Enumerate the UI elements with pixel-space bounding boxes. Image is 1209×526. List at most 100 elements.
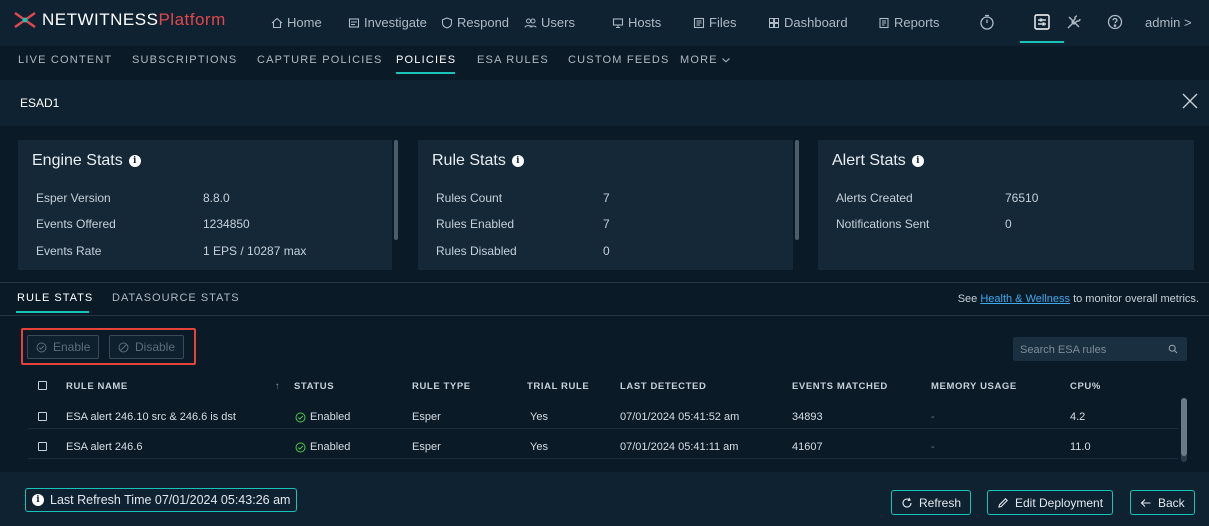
nav-hosts-label: Hosts <box>628 15 662 30</box>
nav-respond[interactable]: Respond <box>441 15 509 30</box>
tab-custom-feeds[interactable]: CUSTOM FEEDS <box>568 54 670 66</box>
refresh-label: Refresh <box>919 495 962 510</box>
column-header-rule-name[interactable]: RULE NAME <box>66 381 128 392</box>
column-header-last-detected[interactable]: LAST DETECTED <box>620 381 706 392</box>
stat-label: Events Rate <box>36 244 102 258</box>
brand-suffix: Platform <box>158 10 226 29</box>
stat-label: Esper Version <box>36 191 111 205</box>
card-scrollbar[interactable] <box>394 140 398 240</box>
column-header-events-matched[interactable]: EVENTS MATCHED <box>792 381 888 392</box>
column-header-trial-rule[interactable]: TRIAL RULE <box>527 381 589 392</box>
back-button[interactable]: Back <box>1130 490 1195 515</box>
nav-files[interactable]: Files <box>693 15 736 30</box>
nav-files-label: Files <box>709 15 737 30</box>
nav-home[interactable]: Home <box>271 15 322 30</box>
timer-icon[interactable] <box>978 13 996 31</box>
row-checkbox[interactable] <box>38 442 47 451</box>
info-icon[interactable]: i <box>911 155 924 167</box>
last-detected-cell: 07/01/2024 05:41:52 am <box>620 411 740 423</box>
row-checkbox[interactable] <box>38 412 47 421</box>
service-header: ESAD1 <box>0 80 1209 126</box>
nav-reports-label: Reports <box>894 15 940 30</box>
disable-button[interactable]: Disable <box>109 335 185 359</box>
stat-value: 76510 <box>1005 191 1039 205</box>
column-header-cpu[interactable]: CPU% <box>1070 381 1101 392</box>
active-section-indicator <box>16 311 89 313</box>
search-icon[interactable] <box>1168 344 1178 354</box>
tab-live-content[interactable]: LIVE CONTENT <box>18 54 112 66</box>
last-refresh-text: Last Refresh Time 07/01/2024 05:43:26 am <box>50 493 291 507</box>
rule-stats-title: Rule Stats <box>432 152 506 169</box>
stats-section-tabs: RULE STATS DATASOURCE STATS See Health &… <box>0 282 1209 316</box>
rule-type-cell: Esper <box>412 441 441 453</box>
stat-label: Notifications Sent <box>836 217 930 231</box>
memory-usage-cell: - <box>931 411 935 423</box>
stat-value: 8.8.0 <box>203 191 230 205</box>
column-header-status[interactable]: STATUS <box>294 381 334 392</box>
stat-value: 1 EPS / 10287 max <box>203 244 307 258</box>
rule-name-cell: ESA alert 246.10 src & 246.6 is dst <box>66 411 236 423</box>
rule-name-cell: ESA alert 246.6 <box>66 441 143 453</box>
engine-stats-title: Engine Stats <box>32 152 123 169</box>
top-navigation-bar: NETWITNESSPlatform Home Investigate Resp… <box>0 0 1209 46</box>
tab-datasource-stats[interactable]: DATASOURCE STATS <box>112 292 240 304</box>
rule-type-cell: Esper <box>412 411 441 423</box>
users-icon <box>524 17 537 29</box>
help-icon[interactable] <box>1106 13 1124 31</box>
tab-esa-rules[interactable]: ESA RULES <box>477 54 549 66</box>
card-scrollbar[interactable] <box>795 140 799 240</box>
tab-more[interactable]: MORE <box>680 54 731 66</box>
active-utility-indicator <box>1020 41 1064 43</box>
brand-name: NETWITNESS <box>42 10 159 29</box>
sort-ascending-icon[interactable]: ↑ <box>275 381 280 392</box>
events-matched-cell: 41607 <box>792 441 823 453</box>
tools-icon[interactable] <box>1065 13 1083 31</box>
close-icon[interactable] <box>1179 90 1201 112</box>
memory-usage-cell: - <box>931 441 935 453</box>
edit-deployment-label: Edit Deployment <box>1015 495 1104 510</box>
engine-stats-card: Engine Stats i Esper Version 8.8.0 Event… <box>18 140 398 270</box>
nav-investigate-label: Investigate <box>364 15 427 30</box>
status-label: Enabled <box>310 441 351 453</box>
health-note: See Health & Wellness to monitor overall… <box>958 293 1199 305</box>
nav-dashboard[interactable]: Dashboard <box>768 15 848 30</box>
tab-capture-policies[interactable]: CAPTURE POLICIES <box>257 54 383 66</box>
tab-rule-stats[interactable]: RULE STATS <box>17 292 93 304</box>
info-icon[interactable]: i <box>128 155 141 167</box>
status-cell: Enabled <box>295 411 350 423</box>
stat-value: 7 <box>603 217 610 231</box>
health-wellness-link[interactable]: Health & Wellness <box>980 293 1070 305</box>
stat-label: Events Offered <box>36 217 116 231</box>
stat-value: 0 <box>603 244 610 258</box>
tab-subscriptions[interactable]: SUBSCRIPTIONS <box>132 54 237 66</box>
enabled-check-icon <box>295 442 306 453</box>
select-all-checkbox[interactable] <box>38 381 47 390</box>
nav-users[interactable]: Users <box>524 15 575 30</box>
user-menu[interactable]: admin > <box>1145 15 1192 30</box>
column-header-memory-usage[interactable]: MEMORY USAGE <box>931 381 1017 392</box>
admin-config-icon[interactable] <box>1033 13 1051 31</box>
refresh-button[interactable]: Refresh <box>891 490 972 515</box>
rule-stats-card: Rule Stats i Rules Count 7 Rules Enabled… <box>418 140 799 270</box>
enable-button[interactable]: Enable <box>27 335 100 359</box>
nav-investigate[interactable]: Investigate <box>348 15 427 30</box>
health-prefix: See <box>957 293 978 305</box>
cpu-cell: 11.0 <box>1070 441 1091 453</box>
nav-dashboard-label: Dashboard <box>784 15 848 30</box>
tab-policies[interactable]: POLICIES <box>396 54 456 66</box>
home-icon <box>271 17 283 29</box>
stat-value: 7 <box>603 191 610 205</box>
column-header-rule-type[interactable]: RULE TYPE <box>412 381 471 392</box>
table-row[interactable]: ESA alert 246.10 src & 246.6 is dst Enab… <box>28 403 1178 429</box>
table-row[interactable]: ESA alert 246.6 Enabled Esper Yes 07/01/… <box>28 433 1178 459</box>
nav-hosts[interactable]: Hosts <box>612 15 661 30</box>
table-scrollbar-thumb[interactable] <box>1181 398 1187 456</box>
netwitness-logo[interactable]: NETWITNESSPlatform <box>12 10 226 30</box>
search-input[interactable] <box>1020 341 1160 358</box>
edit-deployment-button[interactable]: Edit Deployment <box>987 490 1114 515</box>
nav-reports[interactable]: Reports <box>878 15 940 30</box>
cpu-cell: 4.2 <box>1070 411 1086 423</box>
info-icon[interactable]: i <box>511 155 524 167</box>
last-refresh-badge: i Last Refresh Time 07/01/2024 05:43:26 … <box>25 488 298 512</box>
alert-stats-card: Alert Stats i Alerts Created 76510 Notif… <box>818 140 1194 270</box>
